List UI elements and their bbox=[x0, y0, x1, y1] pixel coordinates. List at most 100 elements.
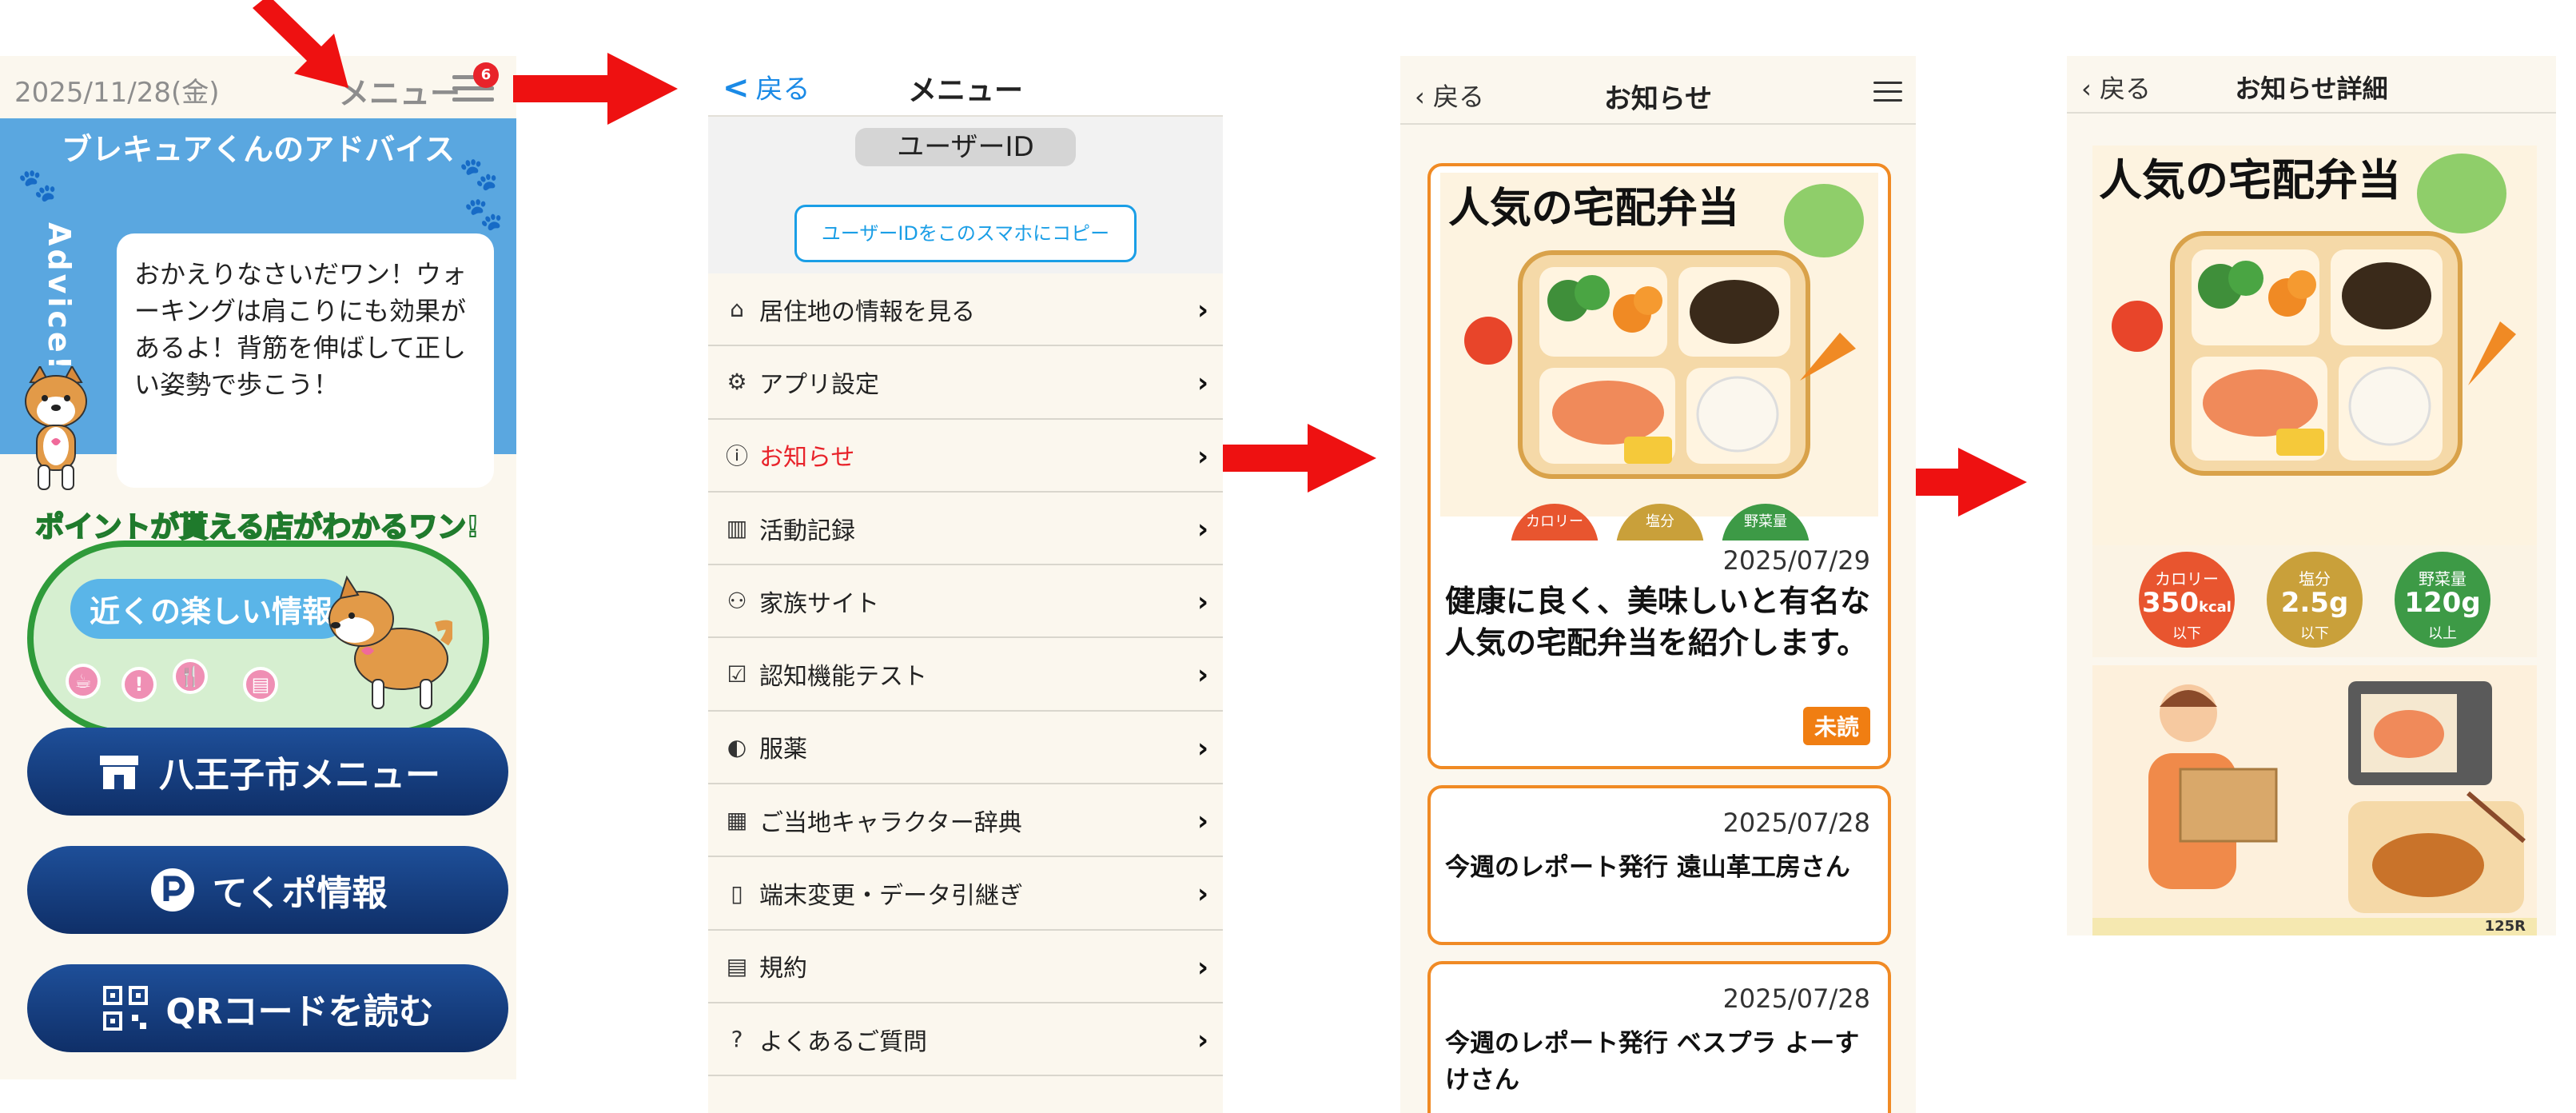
flow-arrow-icon bbox=[1210, 424, 1376, 493]
bento-illustration: 人気の宅配弁当 bbox=[1440, 173, 1878, 517]
shiba-dog-mascot-icon bbox=[25, 366, 87, 490]
clipboard-icon: ☑ bbox=[727, 660, 747, 688]
alert-pin-icon: ! bbox=[121, 667, 157, 702]
paw-icon: 🐾 bbox=[459, 156, 499, 193]
pointer-arrow-icon bbox=[253, 0, 348, 88]
notice-text: 健康に良く、美味しいと有名な人気の宅配弁当を紹介します。 bbox=[1445, 584, 1871, 660]
vegetable-badge: 野菜量 120g 以上 bbox=[2395, 552, 2490, 648]
chevron-right-icon: › bbox=[1196, 878, 1208, 911]
page-title: お知らせ詳細 bbox=[2235, 74, 2388, 104]
family-icon: ⚇ bbox=[727, 588, 747, 615]
hachioji-menu-button[interactable]: 八王子市メニュー bbox=[27, 728, 508, 816]
menu-item[interactable]: ⚙ アプリ設定 › bbox=[708, 346, 1223, 420]
user-id-area: ユーザーID ユーザーIDをこのスマホにコピー bbox=[708, 117, 1223, 273]
chevron-right-icon: › bbox=[1196, 513, 1208, 545]
nutrition-cond: 以上 bbox=[2428, 625, 2457, 642]
menu-item-label: お知らせ bbox=[759, 444, 855, 473]
menu-item[interactable]: ▦ ご当地キャラクター辞典 › bbox=[708, 784, 1223, 858]
qr-code-icon bbox=[103, 986, 149, 1031]
promo-caption: ポイントが貰える店がわかるワン! bbox=[34, 510, 480, 545]
menu-item-label: 家族サイト bbox=[759, 589, 879, 618]
shop-pin-icon: ▤ bbox=[243, 667, 278, 702]
copy-user-id-button[interactable]: ユーザーIDをこのスマホにコピー bbox=[794, 205, 1137, 262]
unread-badge: 未読 bbox=[1802, 707, 1870, 745]
notices-header: ‹ 戻る お知らせ bbox=[1400, 56, 1916, 125]
bento-image-title: 人気の宅配弁当 bbox=[2099, 155, 2401, 205]
bento-image-title: 人気の宅配弁当 bbox=[1448, 185, 1739, 233]
notice-date: 2025/07/28 bbox=[1722, 983, 1870, 1014]
nutrition-label: 野菜量 bbox=[2419, 569, 2467, 588]
strip-text: 125R bbox=[2484, 918, 2526, 935]
qr-code-label: QRコードを読む bbox=[165, 991, 434, 1032]
notices-screen: ‹ 戻る お知らせ 人気の宅配弁当 カロリー 塩分 野菜量 2025/07/29… bbox=[1400, 56, 1916, 1113]
calorie-badge: カロリー 350kcal 以下 bbox=[2139, 552, 2235, 648]
nutrition-cond: 以下 bbox=[2172, 625, 2201, 642]
shiba-dog-icon bbox=[328, 575, 452, 709]
p-coin-icon bbox=[150, 868, 194, 912]
nutrition-row: カロリー 塩分 野菜量 bbox=[1431, 504, 1888, 552]
qr-code-button[interactable]: QRコードを読む bbox=[27, 964, 508, 1052]
detail-header: ‹ 戻る お知らせ詳細 bbox=[2067, 56, 2556, 114]
nutrition-value: 120g bbox=[2404, 587, 2481, 619]
paw-icon: 🐾 bbox=[464, 196, 504, 233]
menu-item[interactable]: ⌂ 居住地の情報を見る › bbox=[708, 273, 1223, 347]
gear-icon: ⚙ bbox=[727, 369, 747, 396]
salt-badge: 塩分 2.5g 以下 bbox=[2267, 552, 2363, 648]
menu-item-label: 居住地の情報を見る bbox=[759, 297, 975, 326]
menu-item-label: ご当地キャラクター辞典 bbox=[759, 808, 1022, 837]
nearby-info-label: 近くの楽しい情報 bbox=[70, 579, 352, 639]
chart-icon: ▥ bbox=[726, 515, 748, 542]
store-icon bbox=[100, 756, 138, 789]
notice-detail-screen: ‹ 戻る お知らせ詳細 人気の宅配弁当 カロリー 350kcal 以下 塩分 2… bbox=[2067, 56, 2556, 935]
notification-badge: 6 bbox=[473, 62, 499, 88]
chevron-right-icon: › bbox=[1196, 805, 1208, 838]
chevron-right-icon: › bbox=[1196, 586, 1208, 619]
notice-date: 2025/07/28 bbox=[1722, 808, 1870, 838]
phone-transfer-icon: ▯ bbox=[731, 880, 743, 907]
tekupo-info-label: てくポ情報 bbox=[212, 873, 388, 914]
advice-title: ブレキュアくんのアドバイス bbox=[61, 132, 456, 167]
page-title: メニュー bbox=[907, 74, 1023, 107]
page-title: お知らせ bbox=[1603, 83, 1713, 115]
user-id-label: ユーザーID bbox=[855, 128, 1076, 166]
chevron-right-icon: › bbox=[1196, 732, 1208, 764]
delivery-illustration bbox=[2092, 665, 2537, 918]
nutrition-value: 350kcal bbox=[2142, 587, 2232, 619]
nutrition-cond: 以下 bbox=[2300, 625, 2329, 642]
notice-date: 2025/07/29 bbox=[1722, 545, 1870, 576]
menu-item[interactable]: ▥ 活動記録 › bbox=[708, 493, 1223, 566]
nutrition-value: 2.5g bbox=[2280, 587, 2349, 619]
info-icon: ⓘ bbox=[725, 443, 748, 470]
paw-icon: 🐾 bbox=[18, 167, 58, 204]
nearby-info-banner[interactable]: 近くの楽しい情報 ☕ ! 🍴 ▤ bbox=[27, 541, 489, 736]
book-icon: ▦ bbox=[726, 807, 748, 834]
menu-item[interactable]: ◐ 服薬 › bbox=[708, 712, 1223, 785]
notice-text: 今週のレポート発行 ベスプラ よーすけさん bbox=[1445, 1029, 1860, 1095]
menu-item-label: 端末変更・データ引継ぎ bbox=[759, 882, 1023, 911]
menu-screen: < 戻る メニュー ユーザーID ユーザーIDをこのスマホにコピー ⌂ 居住地の情報… bbox=[708, 56, 1223, 1113]
chevron-right-icon: › bbox=[1196, 367, 1208, 400]
advice-vertical-label: Advice! bbox=[42, 222, 77, 373]
hamburger-menu-icon[interactable] bbox=[1873, 82, 1902, 104]
restaurant-pin-icon: 🍴 bbox=[173, 659, 208, 694]
menu-item[interactable]: ⓘ お知らせ › bbox=[708, 420, 1223, 493]
menu-item-label: 活動記録 bbox=[759, 517, 855, 545]
notice-card[interactable]: 人気の宅配弁当 カロリー 塩分 野菜量 2025/07/29 健康に良く、美味し… bbox=[1427, 163, 1891, 769]
menu-item[interactable]: ▯ 端末変更・データ引継ぎ › bbox=[708, 857, 1223, 931]
advice-bubble: おかえりなさいだワン！ウォーキングは肩こりにも効果があるよ！背筋を伸ばして正しい… bbox=[117, 233, 494, 488]
notice-card[interactable]: 2025/07/28 今週のレポート発行 ベスプラ よーすけさん bbox=[1427, 961, 1891, 1113]
menu-item-label: 認知機能テスト bbox=[759, 663, 927, 692]
tekupo-info-button[interactable]: てくポ情報 bbox=[27, 846, 508, 934]
menu-item[interactable]: ⚇ 家族サイト › bbox=[708, 565, 1223, 639]
notice-card[interactable]: 2025/07/28 今週のレポート発行 遠山革工房さん bbox=[1427, 785, 1891, 945]
menu-header: < 戻る メニュー bbox=[708, 56, 1223, 117]
menu-item[interactable]: ▤ 規約 › bbox=[708, 931, 1223, 1003]
nutrition-label: カロリー bbox=[2155, 569, 2219, 588]
document-icon: ▤ bbox=[726, 952, 748, 979]
strip-banner: 125R bbox=[2092, 918, 2537, 935]
nutrition-label: 塩分 bbox=[2299, 569, 2331, 588]
menu-item[interactable]: ☑ 認知機能テスト › bbox=[708, 638, 1223, 712]
house-icon: ⌂ bbox=[730, 296, 744, 323]
menu-item[interactable]: ? よくあるご質問 › bbox=[708, 1003, 1223, 1077]
question-icon: ? bbox=[731, 1026, 743, 1053]
